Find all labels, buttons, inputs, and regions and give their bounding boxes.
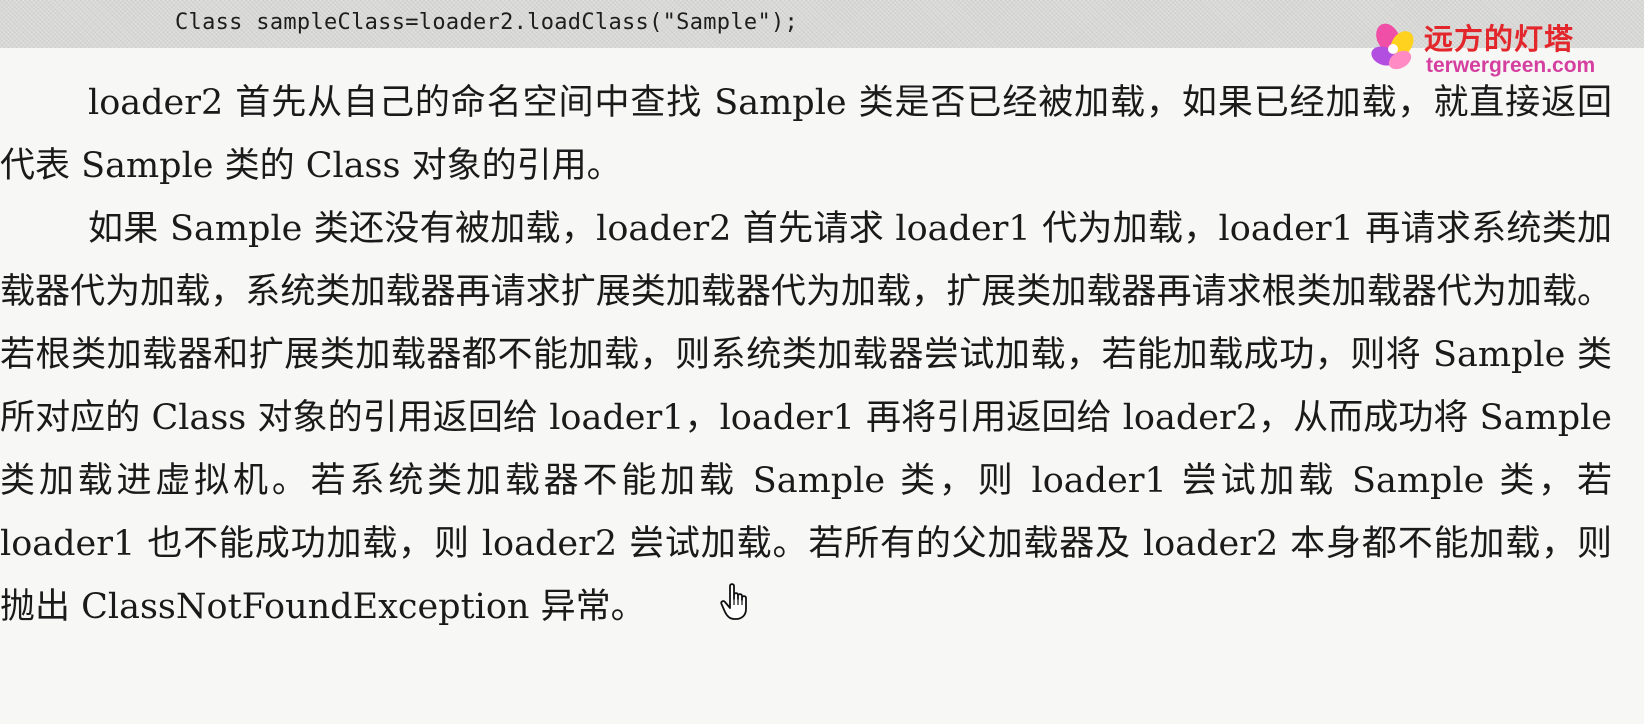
hand-pointer-icon [720, 583, 747, 620]
body-text: loader2 首先从自己的命名空间中查找 Sample 类是否已经被加载，如果… [0, 72, 1612, 639]
code-line: Class sampleClass=loader2.loadClass("Sam… [175, 10, 799, 35]
flower-icon [1371, 23, 1414, 70]
paragraph-1: loader2 首先从自己的命名空间中查找 Sample 类是否已经被加载，如果… [0, 83, 1612, 186]
document-page: Class sampleClass=loader2.loadClass("Sam… [0, 0, 1644, 724]
paragraph-2: 如果 Sample 类还没有被加载，loader2 首先请求 loader1 代… [0, 209, 1612, 627]
watermark-chinese-text: 远方的灯塔 [1424, 22, 1575, 56]
watermark-logo: 远方的灯塔 terwergreen.com [1366, 18, 1618, 80]
